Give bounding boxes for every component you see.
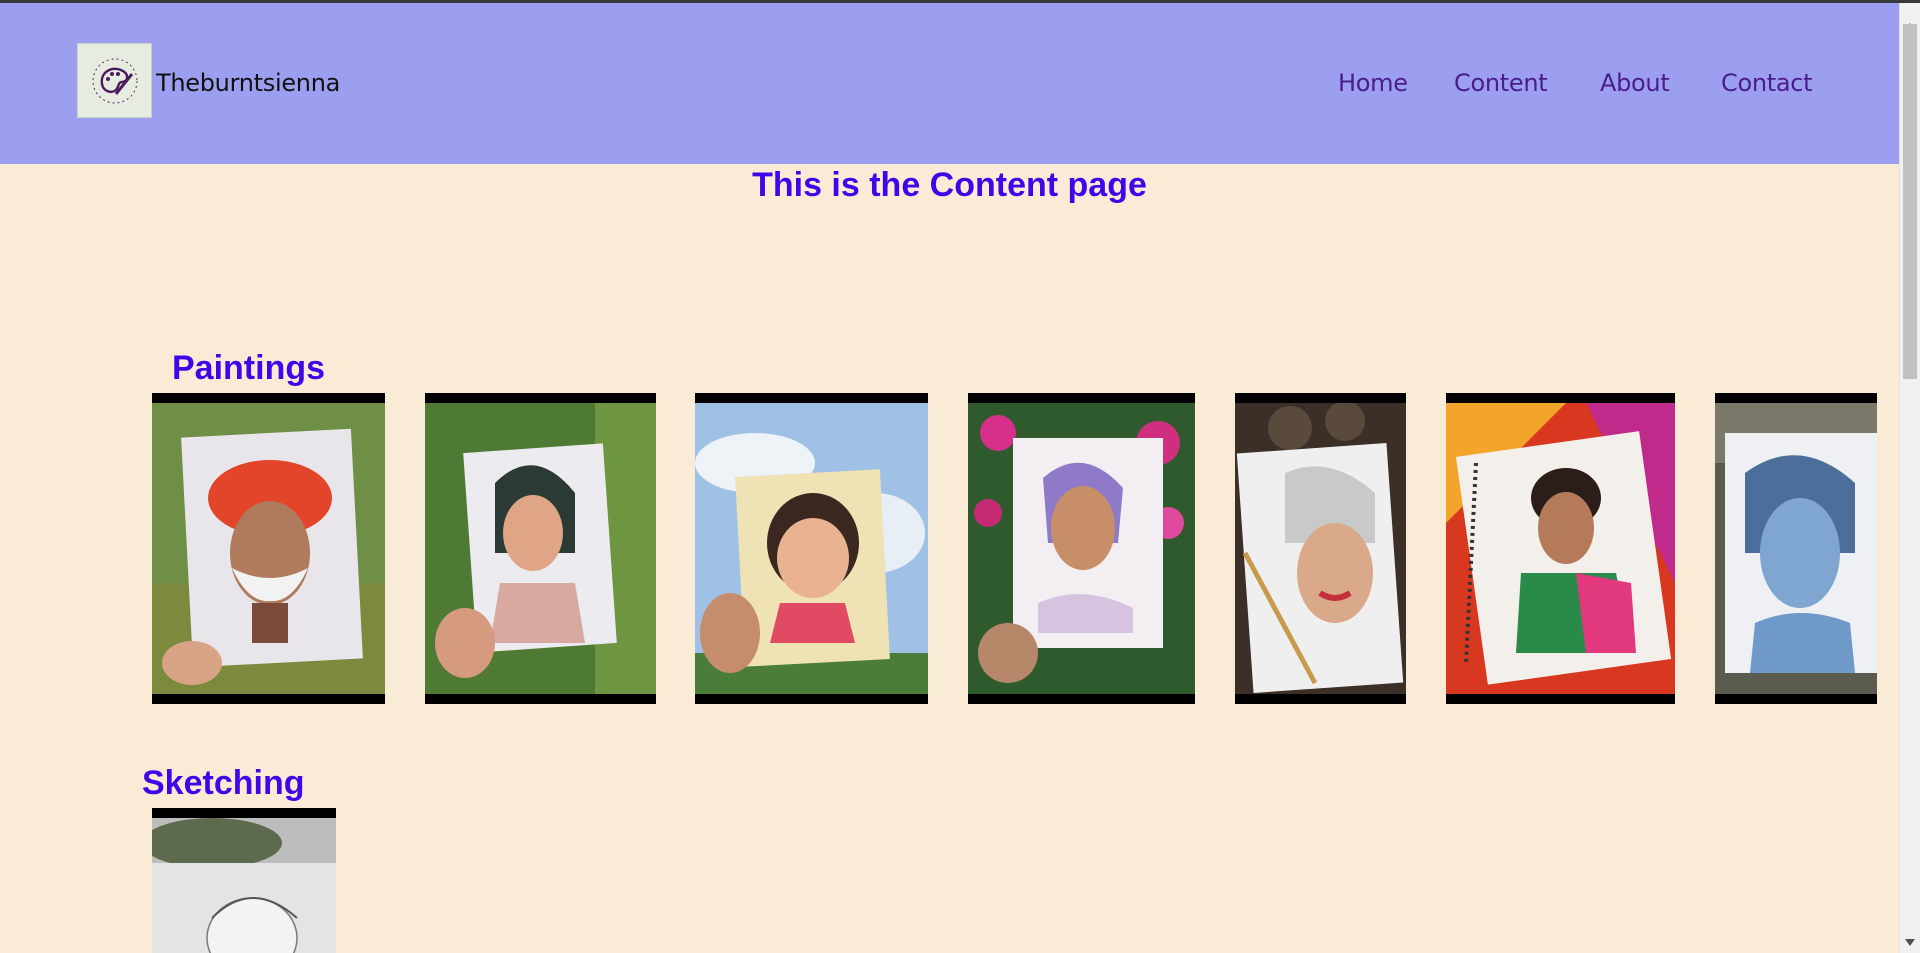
page-title: This is the Content page [752,166,1147,204]
painting-image-old-man[interactable] [152,393,385,704]
painting-image-sari-woman[interactable] [1446,393,1675,704]
scrollbar-thumb[interactable] [1903,24,1917,379]
painting-image-monochrome-woman[interactable] [1235,393,1406,704]
scroll-down-arrow-icon[interactable] [1905,939,1915,946]
painting-image-blue-woman[interactable] [1715,393,1877,704]
sketch-image-woman[interactable] [152,808,336,953]
palette-logo-icon[interactable] [77,43,152,118]
nav-about-link[interactable]: About [1600,69,1670,97]
nav-content-link[interactable]: Content [1454,69,1548,97]
page-scrollbar[interactable] [1899,3,1920,953]
painting-image-green-hair-girl[interactable] [425,393,656,704]
site-header: Theburntsienna Home Content About Contac… [0,3,1899,164]
brand-name[interactable]: Theburntsienna [156,69,340,97]
nav-contact-link[interactable]: Contact [1721,69,1813,97]
paintings-heading: Paintings [172,349,326,387]
painting-image-smiling-girl[interactable] [695,393,928,704]
painting-image-purple-hair-woman[interactable] [968,393,1195,704]
sketching-heading: Sketching [142,764,305,802]
nav-home-link[interactable]: Home [1338,69,1408,97]
